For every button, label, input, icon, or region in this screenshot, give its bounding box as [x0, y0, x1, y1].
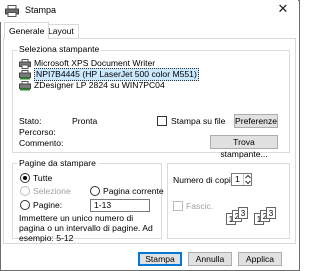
- all-pages-label: Tutte: [33, 173, 53, 183]
- network-printer-icon: [19, 69, 31, 80]
- close-icon[interactable]: ✕: [268, 0, 298, 20]
- location-label: Percorso:: [19, 127, 56, 137]
- printer-icon: [19, 58, 31, 69]
- printer-item-zdesigner[interactable]: ZDesigner LP 2824 su WIN7PC04: [19, 80, 165, 91]
- collate-label: Fascic.: [186, 201, 214, 211]
- print-button[interactable]: Stampa: [138, 252, 182, 266]
- printer-icon: [5, 5, 19, 17]
- cancel-button[interactable]: Annulla: [188, 252, 232, 266]
- page-range-legend: Pagine da stampare: [17, 158, 98, 168]
- printer-item-hp-laserjet[interactable]: NPI7B4445 (HP LaserJet 500 color M551): [19, 68, 199, 81]
- current-page-label: Pagina corrente: [103, 186, 164, 196]
- spinner-arrows-icon[interactable]: [243, 174, 251, 185]
- apply-button[interactable]: Applica: [238, 252, 282, 266]
- find-printer-button[interactable]: Trova stampante...: [210, 135, 278, 159]
- status-value: Pronta: [72, 116, 98, 126]
- print-to-file-checkbox[interactable]: [157, 116, 167, 126]
- pages-label: Pagine:: [33, 200, 63, 210]
- pages-radio[interactable]: [20, 200, 30, 210]
- current-page-radio[interactable]: [90, 186, 100, 196]
- all-pages-radio[interactable]: [20, 173, 30, 183]
- status-label: Stato:: [19, 116, 42, 126]
- pages-input[interactable]: 1-13: [90, 199, 150, 212]
- comment-label: Commento:: [19, 138, 64, 148]
- printer-group-legend: Seleziona stampante: [17, 44, 102, 54]
- preferences-button[interactable]: Preferenze: [234, 114, 278, 128]
- selection-radio[interactable]: [20, 186, 30, 196]
- network-printer-icon: [19, 80, 31, 91]
- copies-label: Numero di copie:: [173, 175, 238, 185]
- collate-page: 3: [238, 207, 248, 219]
- page-range-hint: Immettere un unico numero di pagina o un…: [19, 213, 153, 243]
- copies-value: 1: [235, 174, 240, 184]
- collate-illustration: 1 2 3: [254, 207, 290, 233]
- print-to-file-label: Stampa su file: [171, 116, 226, 126]
- printer-name: ZDesigner LP 2824 su WIN7PC04: [34, 80, 165, 90]
- window-title: Stampa: [25, 5, 57, 15]
- tab-generale[interactable]: Generale: [4, 22, 50, 39]
- selection-label: Selezione: [33, 186, 71, 196]
- copies-spinner[interactable]: 1: [231, 173, 252, 186]
- collate-page: 3: [266, 207, 276, 219]
- collate-checkbox[interactable]: [173, 201, 183, 211]
